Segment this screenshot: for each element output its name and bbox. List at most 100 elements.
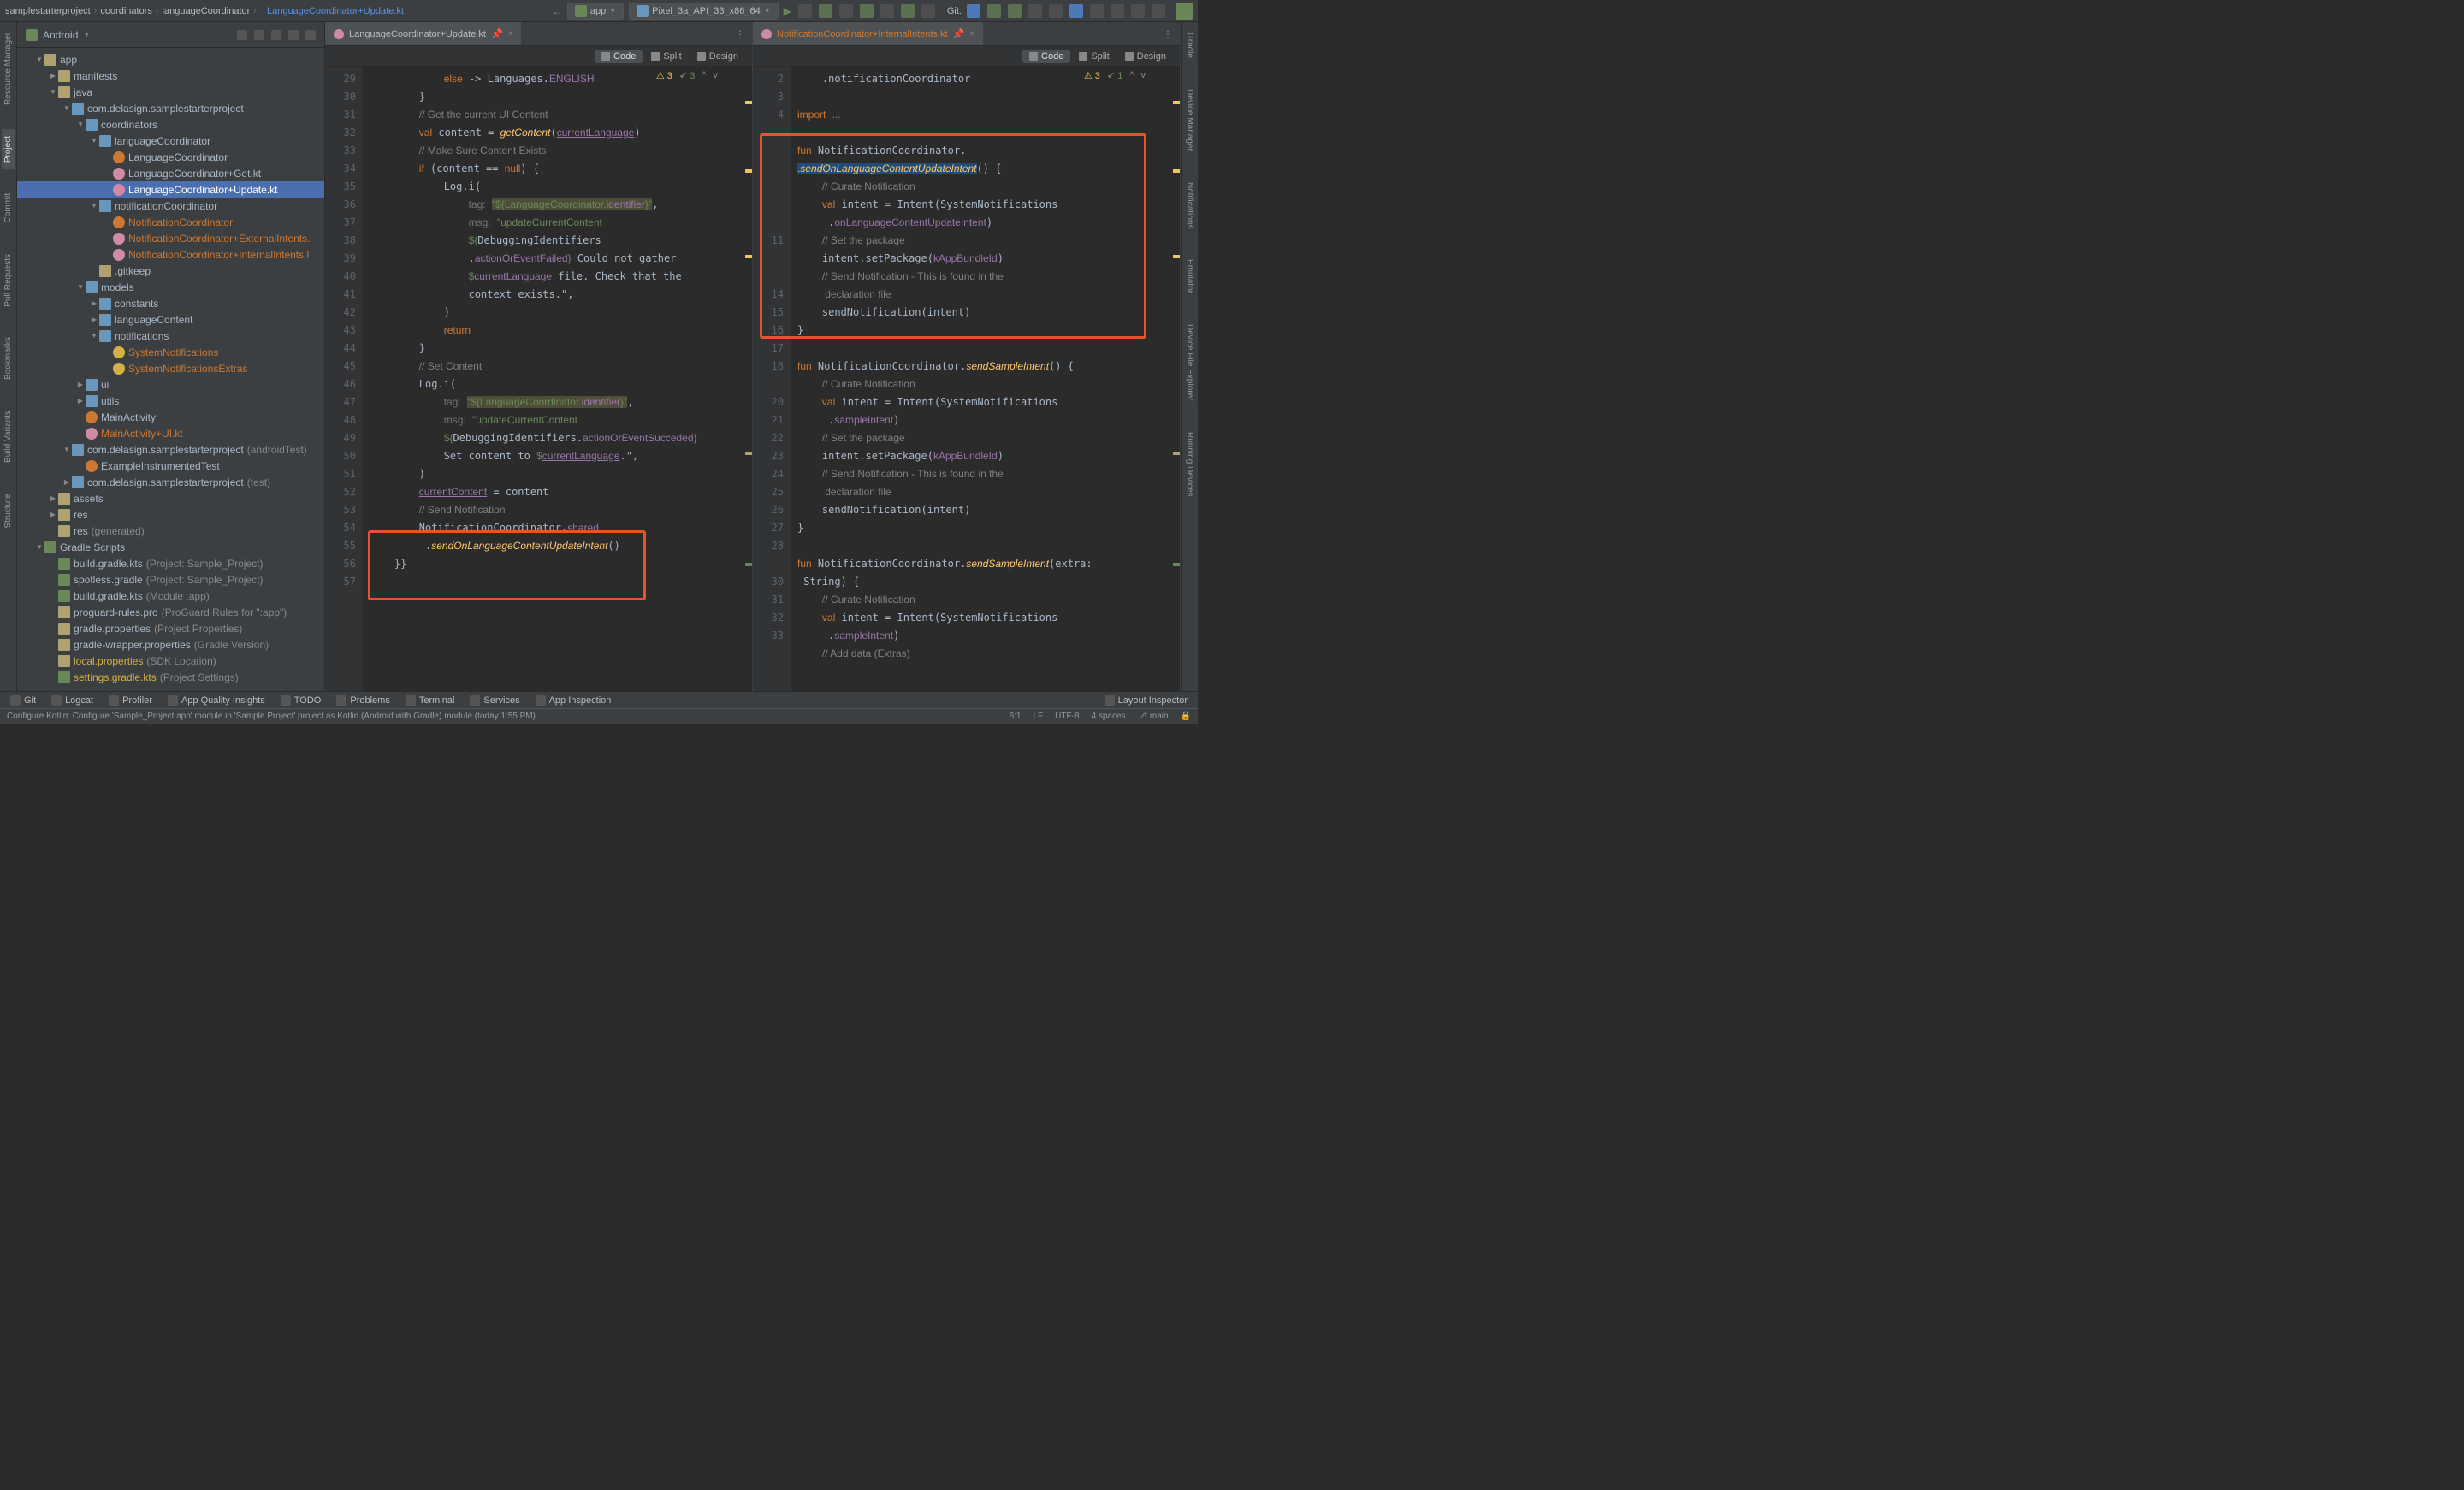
side-tab-device-file-explorer[interactable]: Device File Explorer (1183, 317, 1196, 407)
tree-item[interactable]: .gitkeep (17, 263, 324, 279)
tree-item[interactable]: proguard-rules.pro(ProGuard Rules for ":… (17, 604, 324, 620)
tree-item[interactable]: build.gradle.kts(Project: Sample_Project… (17, 555, 324, 571)
tab-menu-icon[interactable]: ⋮ (1163, 28, 1173, 40)
project-tree[interactable]: ▼app▶manifests▼java ▼com.delasign.samples… (17, 48, 324, 691)
tree-item[interactable]: ▶assets (17, 490, 324, 506)
breadcrumb-item[interactable]: samplestarterproject (5, 6, 91, 16)
side-tab-notifications[interactable]: Notifications (1183, 175, 1196, 235)
tree-item[interactable]: build.gradle.kts(Module :app) (17, 588, 324, 604)
tree-item[interactable]: ▶com.delasign.samplestarterproject(test) (17, 474, 324, 490)
tree-arrow-icon[interactable]: ▶ (48, 72, 58, 80)
tree-item[interactable]: ▼notifications (17, 328, 324, 344)
collapse-icon[interactable] (271, 30, 281, 40)
debug-icon[interactable] (819, 4, 832, 18)
tree-item[interactable]: res(generated) (17, 523, 324, 539)
tree-item[interactable]: gradle.properties(Project Properties) (17, 620, 324, 636)
profile-icon[interactable] (860, 4, 874, 18)
lock-icon[interactable]: 🔒 (1181, 712, 1191, 721)
side-tab-build-variants[interactable]: Build Variants (2, 404, 15, 470)
tree-arrow-icon[interactable]: ▼ (62, 446, 72, 453)
tree-arrow-icon[interactable]: ▶ (89, 299, 99, 307)
view-design[interactable]: Design (1118, 50, 1173, 63)
tree-item[interactable]: NotificationCoordinator+InternalIntents.… (17, 246, 324, 263)
tree-item[interactable]: settings.gradle.kts(Project Settings) (17, 669, 324, 685)
git-branch[interactable]: ⎇ main (1138, 712, 1169, 721)
encoding[interactable]: UTF-8 (1055, 712, 1079, 721)
pin-icon[interactable]: 📌 (491, 28, 503, 39)
breadcrumb-item[interactable]: LanguageCoordinator+Update.kt (267, 6, 404, 16)
tree-item[interactable]: NotificationCoordinator+ExternalIntents. (17, 230, 324, 246)
tree-item[interactable]: MainActivity (17, 409, 324, 425)
bottom-tab-profiler[interactable]: Profiler (102, 695, 159, 706)
device-icon[interactable] (1090, 4, 1104, 18)
bottom-tab-todo[interactable]: TODO (274, 695, 329, 706)
tree-item[interactable]: ▼coordinators (17, 116, 324, 133)
side-tab-running-devices[interactable]: Running Devices (1183, 425, 1196, 504)
git-commit-icon[interactable] (987, 4, 1001, 18)
view-split[interactable]: Split (1072, 50, 1116, 63)
tree-item[interactable]: LanguageCoordinator+Update.kt (17, 181, 324, 198)
tree-item[interactable]: ▼java (17, 84, 324, 100)
select-opened-icon[interactable] (237, 30, 247, 40)
tree-arrow-icon[interactable]: ▼ (62, 104, 72, 112)
editor-tab[interactable]: LanguageCoordinator+Update.kt📌× (325, 22, 521, 45)
bottom-tab-problems[interactable]: Problems (329, 695, 396, 706)
tree-item[interactable]: gradle-wrapper.properties(Gradle Version… (17, 636, 324, 653)
tree-item[interactable]: SystemNotificationsExtras (17, 360, 324, 376)
refresh-icon[interactable] (798, 4, 812, 18)
settings-icon[interactable] (1152, 4, 1165, 18)
code-content[interactable]: else -> Languages.ENGLISH } // Get the c… (363, 67, 752, 691)
tree-arrow-icon[interactable]: ▶ (89, 316, 99, 323)
caret-pos[interactable]: 6:1 (1010, 712, 1022, 721)
settings-icon[interactable] (288, 30, 299, 40)
git-pull-icon[interactable] (967, 4, 980, 18)
line-ending[interactable]: LF (1034, 712, 1044, 721)
side-tab-pull-requests[interactable]: Pull Requests (2, 247, 15, 314)
undo-icon[interactable] (1049, 4, 1063, 18)
tree-arrow-icon[interactable]: ▼ (75, 121, 86, 128)
view-mode-label[interactable]: Android (43, 29, 78, 41)
tree-arrow-icon[interactable]: ▼ (75, 283, 86, 291)
run-config-dropdown[interactable]: app ▼ (567, 3, 624, 20)
git-push-icon[interactable] (1008, 4, 1022, 18)
tree-arrow-icon[interactable]: ▶ (48, 511, 58, 518)
tree-item[interactable]: ▶constants (17, 295, 324, 311)
tree-item[interactable]: SystemNotifications (17, 344, 324, 360)
emulator-icon[interactable] (1111, 4, 1124, 18)
history-icon[interactable] (1028, 4, 1042, 18)
tree-arrow-icon[interactable]: ▼ (48, 88, 58, 96)
bottom-tab-logcat[interactable]: Logcat (44, 695, 100, 706)
line-gutter[interactable]: 2341114151617182021222324252627283031323… (753, 67, 791, 691)
profile-avatar[interactable] (1176, 3, 1193, 20)
view-design[interactable]: Design (690, 50, 745, 63)
view-code[interactable]: Code (595, 50, 643, 63)
tree-item[interactable]: ▼com.delasign.samplestarterproject(andro… (17, 441, 324, 458)
tree-arrow-icon[interactable]: ▼ (89, 202, 99, 210)
chevron-down-icon[interactable]: ▼ (83, 31, 90, 38)
bottom-tab-app-inspection[interactable]: App Inspection (529, 695, 619, 706)
indent[interactable]: 4 spaces (1092, 712, 1126, 721)
view-split[interactable]: Split (644, 50, 688, 63)
bottom-tab-services[interactable]: Services (463, 695, 526, 706)
breadcrumb-item[interactable]: coordinators (100, 6, 152, 16)
tree-item[interactable]: ▶languageContent (17, 311, 324, 328)
inspection-badge[interactable]: ⚠ 3 ✔ 1 ^ v (1084, 70, 1146, 81)
coverage-icon[interactable] (839, 4, 853, 18)
tree-item[interactable]: ▶manifests (17, 68, 324, 84)
tree-arrow-icon[interactable]: ▼ (34, 56, 44, 63)
tree-item[interactable]: MainActivity+UI.kt (17, 425, 324, 441)
bottom-tab-terminal[interactable]: Terminal (399, 695, 462, 706)
side-tab-device-manager[interactable]: Device Manager (1183, 82, 1196, 158)
hide-icon[interactable] (305, 30, 316, 40)
tree-item[interactable]: ▼app (17, 51, 324, 68)
tree-item[interactable]: ▼Gradle Scripts (17, 539, 324, 555)
bottom-tab-app-quality-insights[interactable]: App Quality Insights (161, 695, 272, 706)
expand-icon[interactable] (254, 30, 264, 40)
close-icon[interactable]: × (969, 29, 974, 38)
breadcrumb[interactable]: samplestarterproject›coordinators›langua… (5, 6, 404, 16)
tree-item[interactable]: ▼models (17, 279, 324, 295)
tree-item[interactable]: ▶utils (17, 393, 324, 409)
tree-item[interactable]: LanguageCoordinator+Get.kt (17, 165, 324, 181)
nav-back-icon[interactable]: ← (552, 5, 562, 17)
attach-icon[interactable] (880, 4, 894, 18)
